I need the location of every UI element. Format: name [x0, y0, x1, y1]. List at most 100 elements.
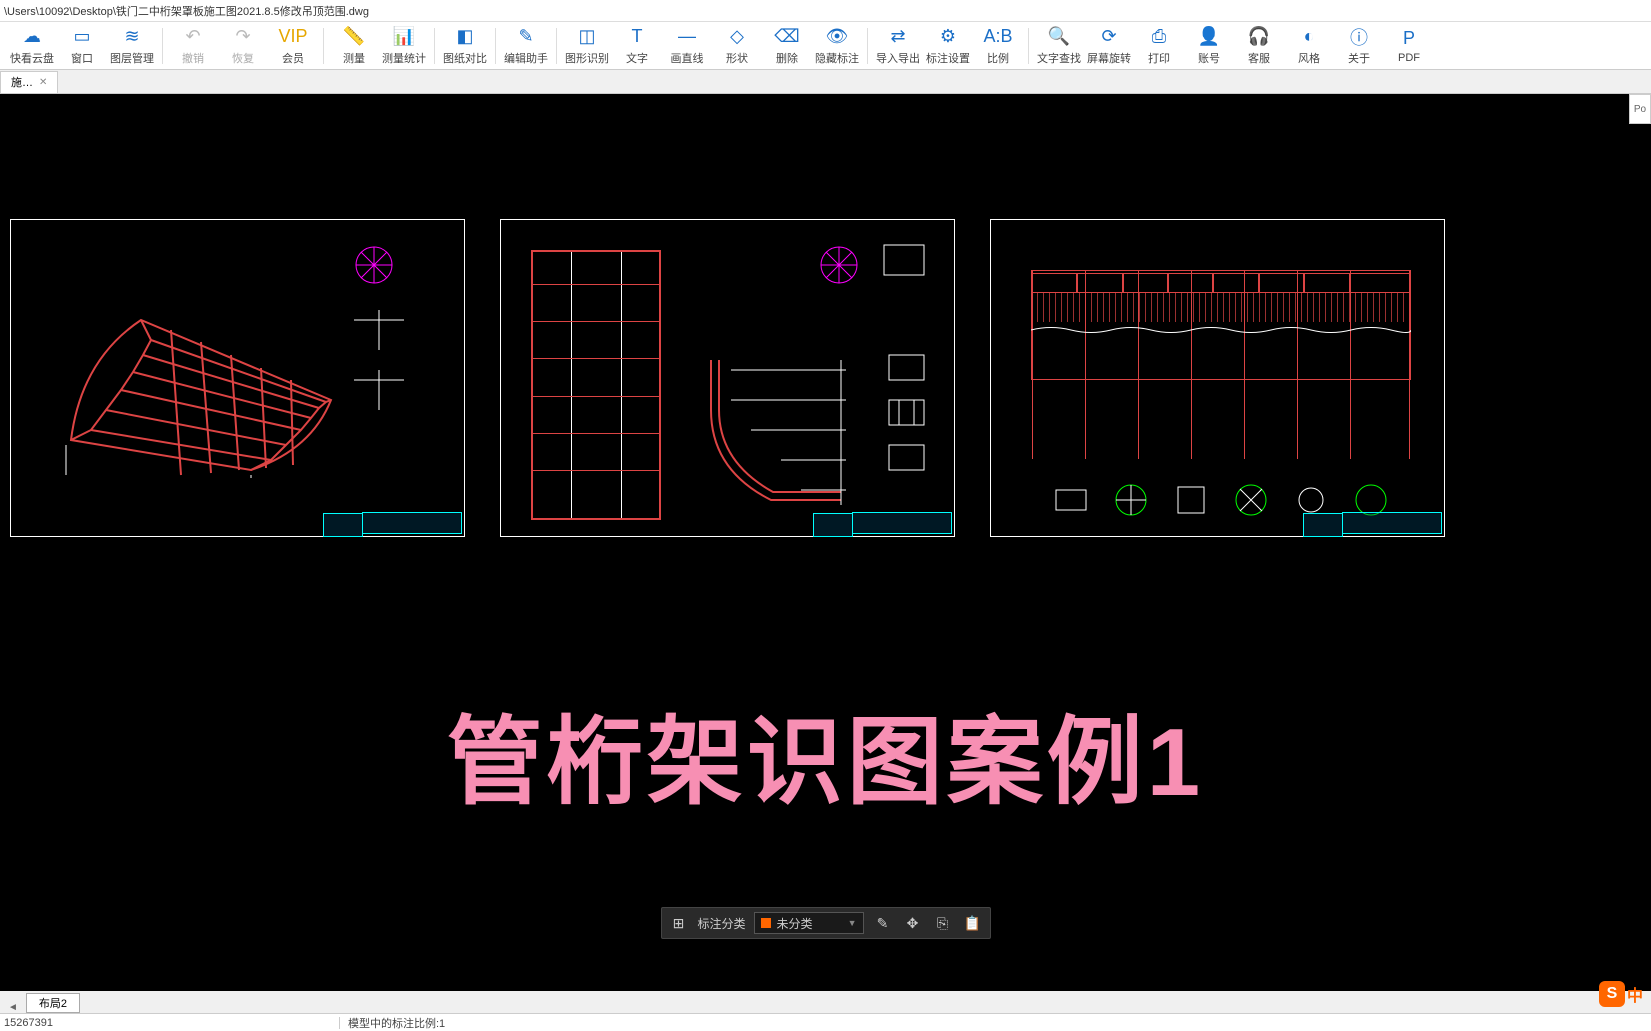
side-panel-collapsed[interactable]: Po — [1629, 94, 1651, 124]
print-button[interactable]: ⎙ 打印 — [1135, 24, 1183, 68]
undo-icon: ↶ — [182, 26, 204, 48]
layout-tab[interactable]: 布局2 — [26, 993, 80, 1013]
toolbar-label: 快看云盘 — [10, 50, 54, 66]
toolbar-label: 打印 — [1148, 50, 1170, 66]
ime-lang: 中 — [1627, 982, 1643, 1006]
status-bar: 15267391 模型中的标注比例:1 — [0, 1013, 1651, 1031]
toolbar-label: 图纸对比 — [443, 50, 487, 66]
support-icon: 🎧 — [1248, 26, 1270, 48]
compare-button[interactable]: ◧图纸对比 — [441, 24, 489, 68]
account-icon: 👤 — [1198, 26, 1220, 48]
drawing-sheet-2 — [500, 219, 955, 537]
cloud-button[interactable]: ☁ 快看云盘 — [8, 24, 56, 68]
title-block — [852, 512, 952, 534]
delete-icon: ⌫ — [776, 26, 798, 48]
toolbar-label: 标注设置 — [926, 50, 970, 66]
toolbar-label: 形状 — [726, 50, 748, 66]
toolbar-label: 文字查找 — [1037, 50, 1081, 66]
tab-nav-prev[interactable]: ◄ — [0, 1002, 26, 1013]
layout-tab-bar: ◄ 布局2 — [0, 991, 1651, 1013]
toolbar-label: 账号 — [1198, 50, 1220, 66]
dim-settings-button[interactable]: ⚙ 标注设置 — [924, 24, 972, 68]
style-button[interactable]: ◐风格 — [1285, 24, 1333, 68]
measure-button[interactable]: 📏测量 — [330, 24, 378, 68]
edit-assist-button[interactable]: ✎ 编辑助手 — [502, 24, 550, 68]
edit-assist-icon: ✎ — [515, 26, 537, 48]
redo-icon: ↷ — [232, 26, 254, 48]
toolbar-label: 撤销 — [182, 50, 204, 66]
account-button[interactable]: 👤 账号 — [1185, 24, 1233, 68]
vip-icon: VIP — [282, 26, 304, 48]
hatch-pattern — [1031, 292, 1411, 322]
toolbar-label: 风格 — [1298, 50, 1320, 66]
cloud-icon: ☁ — [21, 26, 43, 48]
import-export-icon: ⇄ — [887, 26, 909, 48]
layers-icon: ≋ — [121, 26, 143, 48]
paste-icon[interactable]: 📋 — [962, 912, 984, 934]
toolbar-label: 屏幕旋转 — [1087, 50, 1131, 66]
toolbar-label: 编辑助手 — [504, 50, 548, 66]
move-icon[interactable]: ✥ — [902, 912, 924, 934]
toolbar-separator — [556, 28, 557, 64]
drawing-canvas[interactable]: 管桁架识图案例1 ⊞ 标注分类 未分类 ▼ ✎ ✥ ⎘ 📋 — [0, 94, 1651, 991]
text-button[interactable]: T文字 — [613, 24, 661, 68]
toolbar-label: 关于 — [1348, 50, 1370, 66]
detail-drawings-1 — [344, 240, 444, 420]
rotate-button[interactable]: ⟳ 屏幕旋转 — [1085, 24, 1133, 68]
shape-recog-icon: ◫ — [576, 26, 598, 48]
layers-button[interactable]: ≋图层管理 — [108, 24, 156, 68]
main-toolbar: ☁ 快看云盘▭窗口≋图层管理 ↶ 撤销 ↷ 恢复 VIP会员 📏测量📊测量统计 ◧图纸对比 ✎ 编辑… — [0, 22, 1651, 70]
delete-button[interactable]: ⌫ 删除 — [763, 24, 811, 68]
color-swatch-icon — [761, 918, 771, 928]
toolbar-label: 客服 — [1248, 50, 1270, 66]
shape-recog-button[interactable]: ◫ 图形识别 — [563, 24, 611, 68]
line-button[interactable]: —画直线 — [663, 24, 711, 68]
copy-icon[interactable]: ⎘ — [932, 912, 954, 934]
detail-circle-2 — [814, 235, 934, 315]
title-block — [362, 512, 462, 534]
text-search-button[interactable]: 🔍文字查找 — [1035, 24, 1083, 68]
title-bar: \Users\10092\Desktop\铁门二中桁架罩板施工图2021.8.5… — [0, 0, 1651, 22]
grid-icon[interactable]: ⊞ — [667, 912, 689, 934]
close-icon[interactable]: ✕ — [39, 77, 47, 88]
document-tab[interactable]: 施… ✕ — [0, 71, 58, 93]
about-button[interactable]: ⓘ 关于 — [1335, 24, 1383, 68]
window-button[interactable]: ▭窗口 — [58, 24, 106, 68]
measure-stats-icon: 📊 — [393, 26, 415, 48]
pdf-button[interactable]: PPDF — [1385, 24, 1433, 68]
toolbar-label: PDF — [1398, 52, 1420, 64]
title-block — [1342, 512, 1442, 534]
about-icon: ⓘ — [1348, 26, 1370, 48]
dim-settings-icon: ⚙ — [937, 26, 959, 48]
window-icon: ▭ — [71, 26, 93, 48]
annotation-toolbar: ⊞ 标注分类 未分类 ▼ ✎ ✥ ⎘ 📋 — [660, 907, 990, 939]
redo-button[interactable]: ↷ 恢复 — [219, 24, 267, 68]
print-icon: ⎙ — [1148, 26, 1170, 48]
toolbar-separator — [495, 28, 496, 64]
toolbar-separator — [867, 28, 868, 64]
shape-icon: ◇ — [726, 26, 748, 48]
file-path: \Users\10092\Desktop\铁门二中桁架罩板施工图2021.8.5… — [4, 3, 369, 19]
wave-line — [1031, 325, 1411, 335]
toolbar-label: 恢复 — [232, 50, 254, 66]
support-button[interactable]: 🎧 客服 — [1235, 24, 1283, 68]
hide-dim-button[interactable]: 👁隐藏标注 — [813, 24, 861, 68]
toolbar-separator — [434, 28, 435, 64]
status-scale: 模型中的标注比例:1 — [340, 1015, 445, 1031]
import-export-button[interactable]: ⇄ 导入导出 — [874, 24, 922, 68]
toolbar-label: 删除 — [776, 50, 798, 66]
toolbar-label: 导入导出 — [876, 50, 920, 66]
vip-button[interactable]: VIP会员 — [269, 24, 317, 68]
category-select[interactable]: 未分类 ▼ — [754, 912, 864, 934]
rotate-icon: ⟳ — [1098, 26, 1120, 48]
ime-indicator[interactable]: S 中 — [1599, 981, 1643, 1007]
drawing-sheet-1 — [10, 219, 465, 537]
edit-icon[interactable]: ✎ — [872, 912, 894, 934]
overlay-title: 管桁架识图案例1 — [0, 684, 1651, 823]
shape-button[interactable]: ◇ 形状 — [713, 24, 761, 68]
undo-button[interactable]: ↶ 撤销 — [169, 24, 217, 68]
measure-stats-button[interactable]: 📊测量统计 — [380, 24, 428, 68]
scale-button[interactable]: A:B比例 — [974, 24, 1022, 68]
toolbar-label: 图形识别 — [565, 50, 609, 66]
toolbar-separator — [162, 28, 163, 64]
